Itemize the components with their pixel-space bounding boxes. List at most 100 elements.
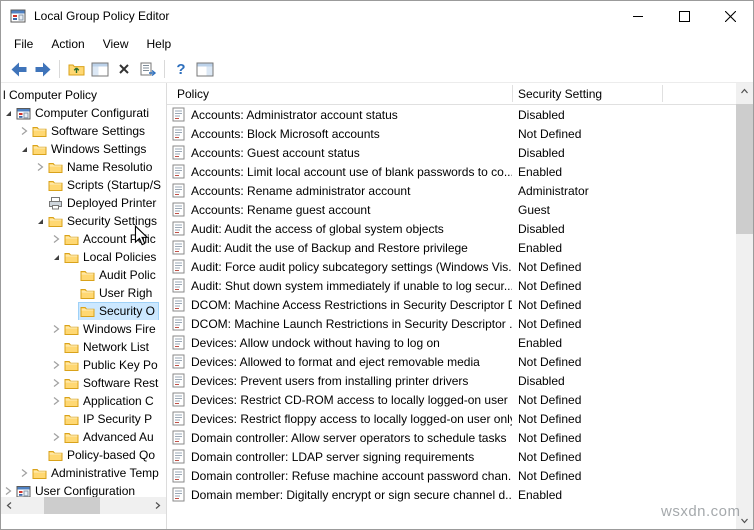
policy-row[interactable]: DCOM: Machine Access Restrictions in Sec… <box>167 295 736 314</box>
policy-row[interactable]: Domain controller: LDAP server signing r… <box>167 447 736 466</box>
maximize-button[interactable] <box>661 1 707 31</box>
tree-item-scripts-startup-s[interactable]: Scripts (Startup/S <box>1 176 166 194</box>
chevron-collapsed-icon[interactable] <box>49 320 63 338</box>
policy-row[interactable]: Domain member: Digitally encrypt or sign… <box>167 485 736 504</box>
chevron-expanded-icon[interactable] <box>49 248 63 266</box>
chevron-collapsed-icon[interactable] <box>33 158 47 176</box>
help-button[interactable]: ? <box>169 58 193 81</box>
policy-row[interactable]: Devices: Restrict CD-ROM access to local… <box>167 390 736 409</box>
tree-item-content[interactable]: Windows Fire <box>63 321 159 338</box>
tree-horizontal-scrollbar[interactable] <box>1 497 166 514</box>
policy-row[interactable]: Accounts: Guest account status Disabled <box>167 143 736 162</box>
tree-item-content[interactable]: Name Resolutio <box>47 159 155 176</box>
policy-row[interactable]: Devices: Restrict floppy access to local… <box>167 409 736 428</box>
tree-item-content[interactable]: Software Rest <box>63 375 161 392</box>
tree-item-content[interactable]: Scripts (Startup/S <box>47 177 164 194</box>
column-divider[interactable] <box>662 85 663 102</box>
policy-row[interactable]: Audit: Shut down system immediately if u… <box>167 276 736 295</box>
policy-row[interactable]: Accounts: Limit local account use of bla… <box>167 162 736 181</box>
policy-row[interactable]: Audit: Audit the access of global system… <box>167 219 736 238</box>
tree-item-administrative-temp[interactable]: Administrative Temp <box>1 464 166 482</box>
tree-item-policy-based-qo[interactable]: Policy-based Qo <box>1 446 166 464</box>
tree-item-content[interactable]: Application C <box>63 393 157 410</box>
policy-row[interactable]: Devices: Allow undock without having to … <box>167 333 736 352</box>
policy-row[interactable]: DCOM: Machine Launch Restrictions in Sec… <box>167 314 736 333</box>
tree-item-deployed-printer[interactable]: Deployed Printer <box>1 194 166 212</box>
policy-row[interactable]: Devices: Allowed to format and eject rem… <box>167 352 736 371</box>
menu-view[interactable]: View <box>94 33 138 55</box>
policy-row[interactable]: Domain controller: Allow server operator… <box>167 428 736 447</box>
tree-item-content[interactable]: Network List <box>63 339 152 356</box>
menu-file[interactable]: File <box>5 33 42 55</box>
up-one-level-button[interactable] <box>64 58 88 81</box>
tree-item-ip-security-p[interactable]: IP Security P <box>1 410 166 428</box>
column-header-policy[interactable]: Policy <box>177 87 209 101</box>
tree-item-content[interactable]: Windows Settings <box>31 141 149 158</box>
policy-row[interactable]: Domain controller: Refuse machine accoun… <box>167 466 736 485</box>
tree-item-computer-configurati[interactable]: Computer Configurati <box>1 104 166 122</box>
tree-item-audit-polic[interactable]: Audit Polic <box>1 266 166 284</box>
scroll-right-button[interactable] <box>149 497 166 514</box>
tree-item-content[interactable]: Local Policies <box>63 249 159 266</box>
column-divider[interactable] <box>512 85 513 102</box>
export-list-button[interactable] <box>136 58 160 81</box>
tree-item-advanced-au[interactable]: Advanced Au <box>1 428 166 446</box>
tree-item-content[interactable]: Software Settings <box>31 123 148 140</box>
policy-row[interactable]: Audit: Force audit policy subcategory se… <box>167 257 736 276</box>
column-header-security-setting[interactable]: Security Setting <box>518 87 602 101</box>
menu-help[interactable]: Help <box>138 33 181 55</box>
tree-item-content[interactable]: Deployed Printer <box>47 195 159 212</box>
chevron-collapsed-icon[interactable] <box>49 428 63 446</box>
delete-button[interactable] <box>112 58 136 81</box>
tree-item-content[interactable]: Advanced Au <box>63 429 157 446</box>
tree-item-content[interactable]: IP Security P <box>63 411 155 428</box>
tree-item-content[interactable]: Audit Polic <box>79 267 159 284</box>
policy-row[interactable]: Accounts: Block Microsoft accounts Not De… <box>167 124 736 143</box>
minimize-button[interactable] <box>615 1 661 31</box>
tree-item-l-computer-policy[interactable]: l Computer Policy <box>1 86 166 104</box>
show-console-tree-button[interactable] <box>88 58 112 81</box>
horizontal-scroll-track[interactable] <box>18 497 149 514</box>
chevron-expanded-icon[interactable] <box>1 104 15 122</box>
policy-row[interactable]: Devices: Prevent users from installing p… <box>167 371 736 390</box>
policy-row[interactable]: Audit: Audit the use of Backup and Resto… <box>167 238 736 257</box>
chevron-expanded-icon[interactable] <box>33 212 47 230</box>
close-button[interactable] <box>707 1 753 31</box>
tree-item-windows-fire[interactable]: Windows Fire <box>1 320 166 338</box>
tree-item-local-policies[interactable]: Local Policies <box>1 248 166 266</box>
show-action-pane-button[interactable] <box>193 58 217 81</box>
chevron-collapsed-icon[interactable] <box>17 464 31 482</box>
tree-item-content[interactable]: User Righ <box>79 285 155 302</box>
horizontal-scroll-thumb[interactable] <box>44 497 100 514</box>
tree-selection[interactable]: Security O <box>77 302 160 320</box>
chevron-collapsed-icon[interactable] <box>49 356 63 374</box>
tree-item-network-list[interactable]: Network List <box>1 338 166 356</box>
list-vertical-scrollbar[interactable] <box>736 83 753 529</box>
chevron-collapsed-icon[interactable] <box>49 374 63 392</box>
tree-item-application-c[interactable]: Application C <box>1 392 166 410</box>
back-button[interactable] <box>7 58 31 81</box>
chevron-collapsed-icon[interactable] <box>49 392 63 410</box>
tree-item-public-key-po[interactable]: Public Key Po <box>1 356 166 374</box>
tree-item-windows-settings[interactable]: Windows Settings <box>1 140 166 158</box>
scroll-up-button[interactable] <box>736 83 753 100</box>
policy-row[interactable]: Accounts: Rename administrator account Ad… <box>167 181 736 200</box>
policy-row[interactable]: Accounts: Rename guest account Guest <box>167 200 736 219</box>
menu-action[interactable]: Action <box>42 33 93 55</box>
tree-item-user-righ[interactable]: User Righ <box>1 284 166 302</box>
tree-item-software-settings[interactable]: Software Settings <box>1 122 166 140</box>
tree-item-security-o[interactable]: Security O <box>1 302 166 320</box>
tree-item-content[interactable]: Administrative Temp <box>31 465 162 482</box>
scroll-left-button[interactable] <box>1 497 18 514</box>
tree-item-name-resolutio[interactable]: Name Resolutio <box>1 158 166 176</box>
tree-item-content[interactable]: Public Key Po <box>63 357 161 374</box>
chevron-expanded-icon[interactable] <box>17 140 31 158</box>
chevron-collapsed-icon[interactable] <box>49 230 63 248</box>
tree-item-content[interactable]: Computer Configurati <box>15 105 152 122</box>
tree-item-content[interactable]: Policy-based Qo <box>47 447 158 464</box>
forward-button[interactable] <box>31 58 55 81</box>
policy-row[interactable]: Accounts: Administrator account status Di… <box>167 105 736 124</box>
tree-item-software-rest[interactable]: Software Rest <box>1 374 166 392</box>
vertical-scroll-thumb[interactable] <box>736 104 753 234</box>
chevron-collapsed-icon[interactable] <box>17 122 31 140</box>
